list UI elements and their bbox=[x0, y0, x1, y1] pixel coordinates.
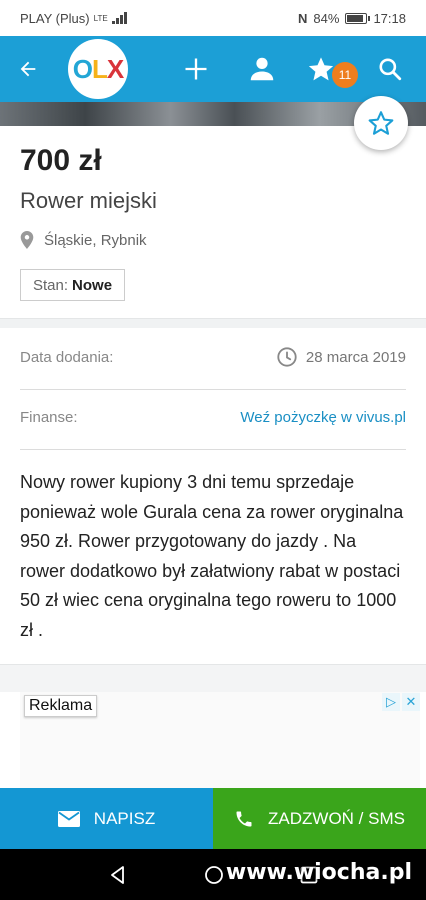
battery-percent: 84% bbox=[313, 10, 340, 26]
carrier-name: PLAY (Plus) bbox=[20, 10, 90, 26]
write-message-label: NAPISZ bbox=[93, 808, 156, 828]
call-sms-label: ZADZWOŃ / SMS bbox=[268, 808, 405, 828]
star-outline-icon bbox=[368, 111, 394, 135]
add-to-favorites-button[interactable] bbox=[354, 96, 408, 150]
network-type: LTE bbox=[93, 13, 108, 23]
location-text: Śląskie, Rybnik bbox=[44, 231, 147, 249]
account-button[interactable] bbox=[230, 36, 294, 102]
battery-icon bbox=[345, 12, 371, 24]
nav-back-icon[interactable] bbox=[108, 865, 128, 885]
signal-icon bbox=[111, 12, 127, 24]
date-added-row: Data dodania: 28 marca 2019 bbox=[20, 346, 406, 368]
ad-banner[interactable]: Reklama ▷ ✕ bbox=[20, 692, 420, 788]
section-divider bbox=[0, 664, 426, 692]
ad-close-icon[interactable]: ✕ bbox=[402, 693, 420, 711]
star-icon bbox=[308, 57, 334, 81]
write-message-button[interactable]: NAPISZ bbox=[0, 788, 213, 849]
add-listing-button[interactable] bbox=[164, 36, 228, 102]
back-button[interactable] bbox=[0, 36, 56, 102]
nav-home-icon[interactable] bbox=[204, 865, 224, 885]
call-sms-button[interactable]: ZADZWOŃ / SMS bbox=[213, 788, 426, 849]
clock-icon bbox=[277, 347, 297, 367]
mail-icon bbox=[57, 810, 80, 827]
listing-title: Rower miejski bbox=[20, 188, 157, 213]
plus-icon bbox=[185, 58, 207, 80]
ad-label: Reklama bbox=[24, 695, 98, 717]
section-divider bbox=[0, 318, 426, 328]
arrow-left-icon bbox=[20, 61, 36, 77]
watermark: www.wiocha.pl bbox=[225, 860, 412, 885]
finance-row: Finanse: Weź pożyczkę w vivus.pl bbox=[20, 409, 406, 426]
listing-description: Nowy rower kupiony 3 dni temu sprzedaje … bbox=[20, 472, 404, 640]
date-added-value: 28 marca 2019 bbox=[305, 348, 406, 366]
location-pin-icon bbox=[20, 231, 34, 249]
favorites-button[interactable]: 11 bbox=[296, 36, 360, 102]
finance-link[interactable]: Weź pożyczkę w vivus.pl bbox=[240, 409, 406, 426]
condition-label: Stan: bbox=[33, 276, 69, 294]
divider bbox=[20, 389, 406, 390]
app-bar: OLX 11 bbox=[0, 36, 426, 102]
listing-location[interactable]: Śląskie, Rybnik bbox=[20, 231, 147, 249]
listing-price: 700 zł bbox=[20, 144, 102, 177]
condition-value: Nowe bbox=[72, 276, 113, 294]
condition-tag: Stan: Nowe bbox=[20, 269, 126, 301]
user-icon bbox=[250, 57, 274, 81]
search-button[interactable] bbox=[362, 36, 418, 102]
clock: 17:18 bbox=[373, 10, 406, 26]
date-added-label: Data dodania: bbox=[20, 348, 114, 366]
favorites-count-badge: 11 bbox=[332, 62, 358, 88]
phone-icon bbox=[236, 811, 252, 826]
nfc-icon: N bbox=[298, 10, 308, 26]
ad-choices-icon[interactable]: ▷ bbox=[382, 693, 400, 711]
finance-label: Finanse: bbox=[20, 409, 78, 426]
search-icon bbox=[379, 58, 402, 81]
olx-logo[interactable]: OLX bbox=[68, 39, 128, 99]
status-bar: PLAY (Plus) LTE N 84% 17:18 bbox=[0, 0, 426, 36]
divider bbox=[20, 449, 406, 450]
